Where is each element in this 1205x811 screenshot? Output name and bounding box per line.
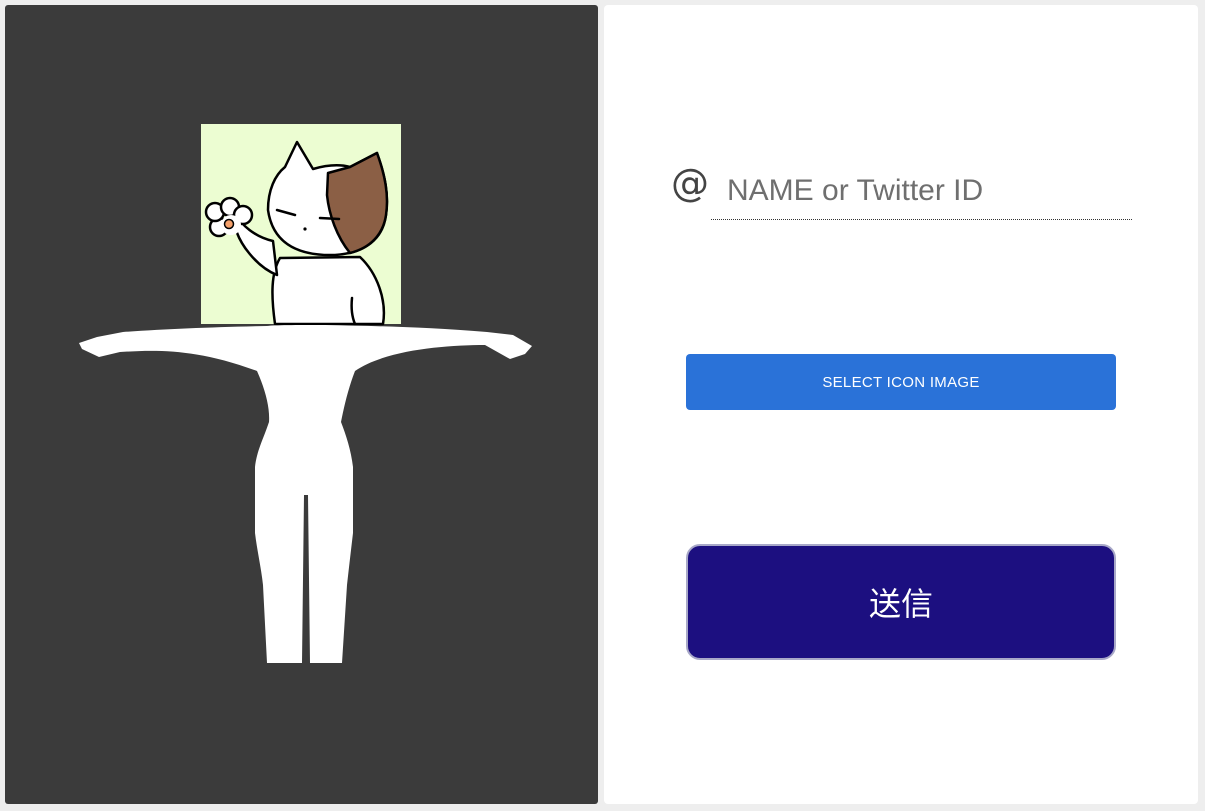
- select-icon-image-label: SELECT ICON IMAGE: [822, 373, 980, 391]
- send-button[interactable]: 送信: [686, 544, 1116, 660]
- select-icon-image-button[interactable]: SELECT ICON IMAGE: [686, 354, 1116, 410]
- avatar-body-model: [79, 325, 532, 663]
- at-icon: @: [671, 161, 709, 205]
- send-button-label: 送信: [868, 585, 933, 623]
- name-or-twitter-id-input[interactable]: [711, 162, 1132, 220]
- avatar-preview-canvas: [79, 124, 532, 663]
- avatar-preview-panel: [5, 5, 598, 804]
- registration-form-panel: @ SELECT ICON IMAGE 送信: [604, 5, 1198, 804]
